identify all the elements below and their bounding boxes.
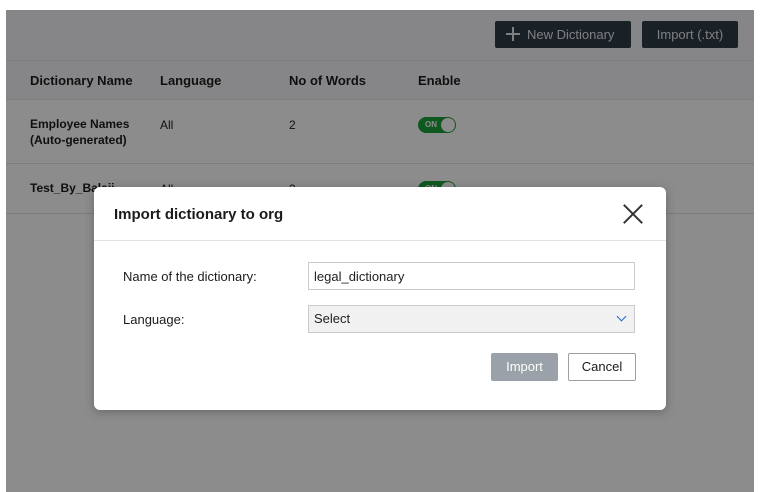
cancel-button[interactable]: Cancel [568, 353, 636, 381]
language-select[interactable]: Select [308, 305, 635, 333]
language-select-value: Select [314, 311, 351, 326]
dictionary-name-input[interactable] [308, 262, 635, 290]
close-icon[interactable] [622, 203, 644, 225]
dialog-title: Import dictionary to org [114, 206, 284, 223]
dialog-header: Import dictionary to org [94, 187, 666, 241]
chevron-down-icon [616, 311, 627, 322]
dictionary-name-label: Name of the dictionary: [123, 269, 257, 284]
language-label: Language: [123, 312, 185, 327]
import-button[interactable]: Import [491, 353, 558, 381]
import-dictionary-dialog: Import dictionary to org Name of the dic… [94, 187, 666, 410]
